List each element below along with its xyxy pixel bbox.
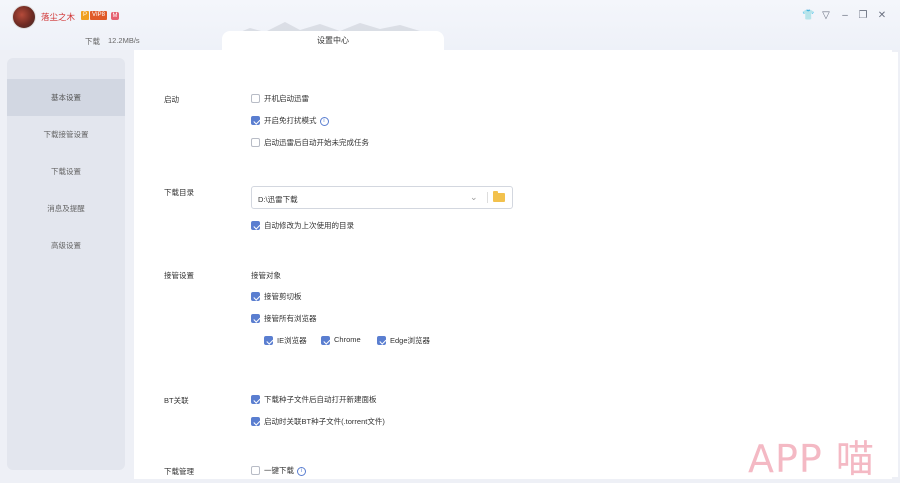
username[interactable]: 落尘之木: [41, 11, 75, 23]
info-icon[interactable]: i: [297, 466, 306, 476]
scrollbar[interactable]: [890, 52, 898, 477]
settings-panel: [134, 50, 892, 479]
section-dl-manage-label: 下载管理: [164, 467, 194, 476]
chrome-checkbox[interactable]: [321, 336, 330, 345]
sidebar-item-download[interactable]: 下载设置: [7, 153, 125, 190]
clipboard-label: 接管剪切板: [264, 292, 302, 301]
ie-checkbox[interactable]: [264, 336, 273, 345]
folder-icon[interactable]: [493, 191, 505, 202]
auto-resume-label: 启动迅雷后自动开始未完成任务: [264, 138, 369, 147]
sidebar-item-basic[interactable]: 基本设置: [7, 79, 125, 116]
auto-change-dir-checkbox[interactable]: [251, 221, 260, 230]
all-browsers-label: 接管所有浏览器: [264, 314, 317, 323]
minimize-icon[interactable]: –: [839, 10, 851, 22]
tab-settings-center[interactable]: 设置中心: [222, 31, 444, 50]
watermark: APP 喵: [748, 437, 875, 481]
vip-badge[interactable]: VIP8: [90, 11, 108, 20]
all-browsers-checkbox[interactable]: [251, 314, 260, 323]
divider: [487, 192, 488, 203]
takeover-target-label: 接管对象: [251, 271, 281, 280]
section-takeover-label: 接管设置: [164, 271, 194, 280]
download-speed: 12.2MB/s: [108, 36, 140, 45]
bt-associate-checkbox[interactable]: [251, 417, 260, 426]
edge-label: Edge浏览器: [390, 336, 431, 345]
title-bar: 落尘之木 P VIP8 M 下载 12.2MB/s 设置中心 👕 ▽ – ❐ ✕: [0, 0, 900, 50]
one-click-download-checkbox[interactable]: [251, 466, 260, 475]
menu-icon[interactable]: ▽: [820, 10, 832, 22]
download-dir-value: D:\迅雷下载: [258, 195, 298, 204]
clipboard-checkbox[interactable]: [251, 292, 260, 301]
settings-sidebar: 基本设置 下载接管设置 下载设置 消息及提醒 高级设置: [7, 58, 125, 470]
autostart-checkbox[interactable]: [251, 94, 260, 103]
autostart-label: 开机启动迅雷: [264, 94, 309, 103]
section-bt-label: BT关联: [164, 396, 189, 405]
close-icon[interactable]: ✕: [876, 10, 888, 22]
bt-auto-open-label: 下载种子文件后自动打开新建面板: [264, 395, 377, 404]
bt-auto-open-checkbox[interactable]: [251, 395, 260, 404]
info-icon[interactable]: i: [319, 116, 329, 126]
download-label: 下载: [85, 37, 100, 46]
chevron-down-icon[interactable]: ⌄: [470, 192, 478, 203]
sidebar-item-notifications[interactable]: 消息及提醒: [7, 190, 125, 227]
download-dir-select[interactable]: D:\迅雷下载 ⌄: [251, 186, 513, 209]
sidebar-item-advanced[interactable]: 高级设置: [7, 227, 125, 264]
bt-associate-label: 启动时关联BT种子文件(.torrent文件): [264, 417, 385, 426]
badge-m: M: [111, 12, 119, 20]
dnd-mode-checkbox[interactable]: [251, 116, 260, 125]
one-click-download-text: 一键下载 i: [264, 465, 306, 476]
skin-icon[interactable]: 👕: [802, 10, 814, 22]
badge-p: P: [81, 11, 89, 20]
section-download-dir-label: 下载目录: [164, 188, 194, 197]
ie-label: IE浏览器: [277, 336, 307, 345]
chrome-label: Chrome: [334, 335, 361, 344]
section-startup-label: 启动: [164, 95, 179, 104]
edge-checkbox[interactable]: [377, 336, 386, 345]
sidebar-item-takeover[interactable]: 下载接管设置: [7, 116, 125, 153]
dnd-mode-text: 开启免打扰模式 i: [264, 115, 329, 126]
one-click-download-label: 一键下载: [264, 466, 294, 475]
avatar[interactable]: [12, 5, 36, 29]
auto-resume-checkbox[interactable]: [251, 138, 260, 147]
dnd-mode-label: 开启免打扰模式: [264, 116, 317, 125]
auto-change-dir-label: 自动修改为上次使用的目录: [264, 221, 354, 230]
restore-icon[interactable]: ❐: [857, 10, 869, 22]
